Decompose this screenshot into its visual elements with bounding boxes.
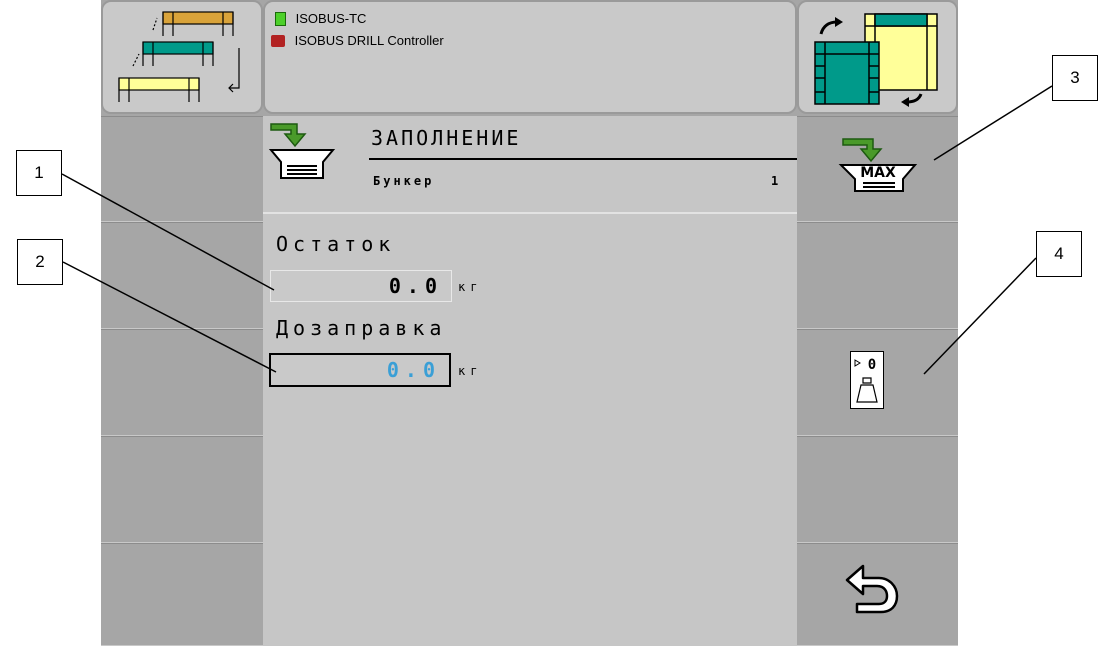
- callout-2: 2: [17, 239, 63, 285]
- callout-1: 1: [16, 150, 62, 196]
- callout-3: 3: [1052, 55, 1098, 101]
- callout-4: 4: [1036, 231, 1082, 277]
- callout-lines: [61, 85, 1053, 375]
